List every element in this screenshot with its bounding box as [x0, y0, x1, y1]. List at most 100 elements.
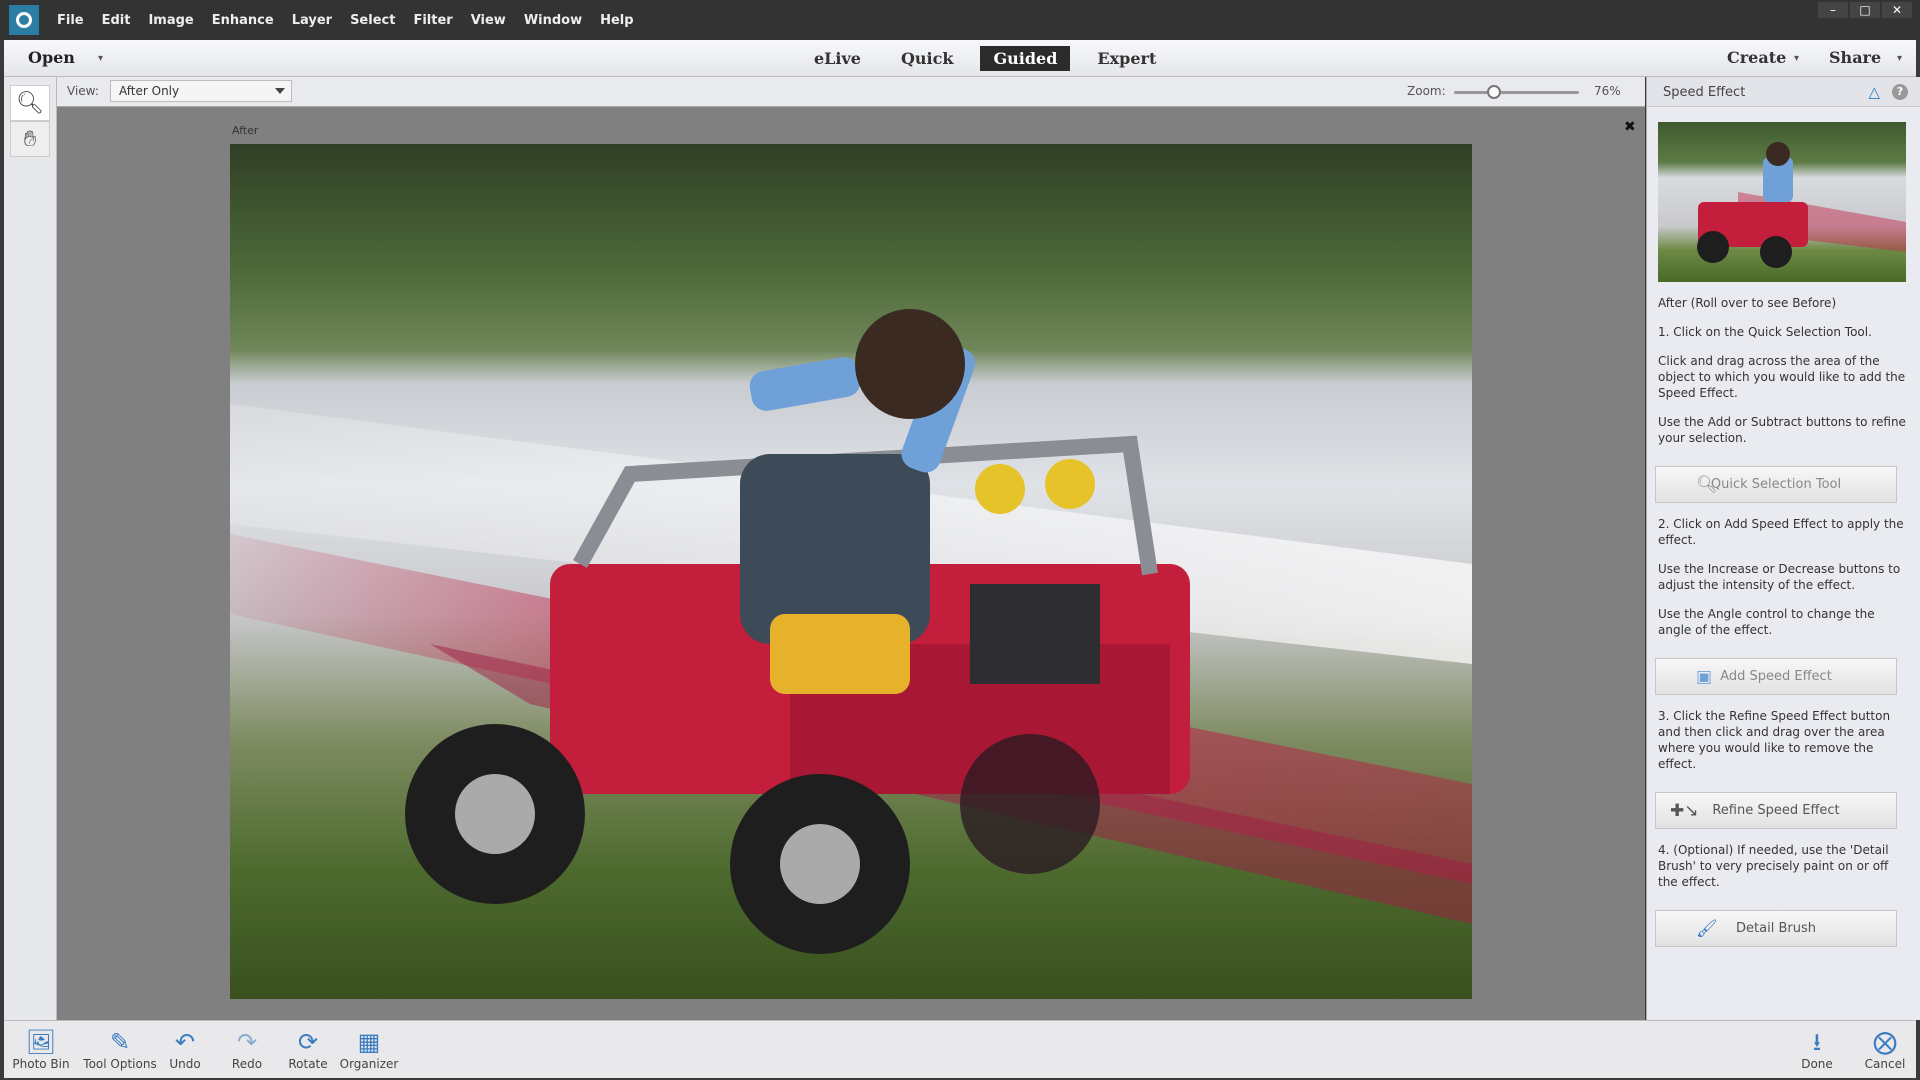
step-4: 4. (Optional) If needed, use the 'Detail…	[1658, 843, 1889, 889]
organizer-icon: ▦	[357, 1028, 381, 1056]
photo-bin-button[interactable]: 🖼︎ Photo Bin	[10, 1027, 72, 1071]
open-dropdown-icon[interactable]: ▾	[98, 53, 103, 64]
rotate-button[interactable]: ⟳ Rotate	[277, 1027, 339, 1071]
photo-bin-label: Photo Bin	[12, 1057, 70, 1071]
step-3: 3. Click the Refine Speed Effect button …	[1658, 709, 1891, 771]
before-after-thumbnail[interactable]	[1658, 122, 1906, 282]
refine-icon: ✚↘	[1670, 801, 1699, 821]
tab-guided[interactable]: Guided	[980, 46, 1071, 71]
menu-view[interactable]: View	[471, 13, 506, 28]
menu-help[interactable]: Help	[600, 13, 633, 28]
download-icon: ⭳	[1812, 1028, 1822, 1056]
minimize-icon[interactable]: –	[1818, 2, 1848, 18]
close-window-icon[interactable]: ✕	[1882, 2, 1912, 18]
done-label: Done	[1801, 1057, 1833, 1071]
tool-options-label: Tool Options	[83, 1057, 157, 1071]
brush-icon: 🖌︎	[1696, 919, 1718, 939]
step-2-intensity: Use the Increase or Decrease buttons to …	[1658, 562, 1901, 592]
view-select-value: After Only	[119, 84, 180, 98]
menu-file[interactable]: File	[57, 13, 84, 28]
redo-icon: ↷	[236, 1028, 258, 1056]
redo-button[interactable]: ↷ Redo	[216, 1027, 278, 1071]
mode-bar: Open ▾ eLive Quick Guided Expert Create …	[4, 40, 1916, 77]
share-button[interactable]: Share	[1829, 48, 1881, 67]
after-label: After	[232, 124, 259, 137]
menu-edit[interactable]: Edit	[102, 13, 131, 28]
zoom-tool-icon[interactable]: 🔍︎	[10, 85, 50, 121]
guided-panel: Speed Effect △ ? After (Roll over to see…	[1646, 77, 1920, 1020]
share-dropdown-icon[interactable]: ▾	[1897, 53, 1902, 64]
photo-bin-icon: 🖼︎	[25, 1028, 57, 1056]
step-2-angle: Use the Angle control to change the angl…	[1658, 607, 1875, 637]
create-dropdown-icon[interactable]: ▾	[1794, 53, 1799, 64]
quick-selection-icon: 🔍︎	[1696, 475, 1718, 495]
rotate-icon: ⟳	[297, 1028, 319, 1056]
main-menu: File Edit Image Enhance Layer Select Fil…	[57, 13, 652, 28]
menu-select[interactable]: Select	[350, 13, 395, 28]
bottom-bar: 🖼︎ Photo Bin ✎ Tool Options ↶ Undo ↷ Redo ⟳ R…	[4, 1020, 1916, 1078]
speed-effect-icon: ▣	[1696, 667, 1713, 687]
undo-icon: ↶	[174, 1028, 196, 1056]
tool-options-icon: ✎	[109, 1028, 131, 1056]
panel-title: Speed Effect	[1663, 85, 1746, 100]
step-1-detail: Click and drag across the area of the ob…	[1658, 354, 1906, 400]
window-controls: – □ ✕	[1816, 2, 1912, 18]
cancel-label: Cancel	[1864, 1057, 1906, 1071]
maximize-icon[interactable]: □	[1850, 2, 1880, 18]
tab-elive[interactable]: eLive	[801, 46, 874, 71]
tool-options-button[interactable]: ✎ Tool Options	[82, 1027, 158, 1071]
menu-image[interactable]: Image	[148, 13, 193, 28]
quick-selection-label: Quick Selection Tool	[1710, 477, 1842, 492]
detail-brush-label: Detail Brush	[1736, 921, 1816, 936]
refine-speed-effect-label: Refine Speed Effect	[1712, 803, 1840, 818]
panel-header: Speed Effect △ ?	[1647, 77, 1920, 107]
step-1: 1. Click on the Quick Selection Tool.	[1658, 325, 1872, 339]
view-select[interactable]: After Only	[110, 80, 292, 102]
tab-quick[interactable]: Quick	[888, 46, 966, 71]
organizer-label: Organizer	[339, 1057, 399, 1071]
step-2: 2. Click on Add Speed Effect to apply th…	[1658, 517, 1904, 547]
app-logo-icon	[9, 5, 39, 35]
thumbnail-artwork	[1697, 142, 1906, 268]
add-speed-effect-label: Add Speed Effect	[1720, 669, 1832, 684]
hand-tool-icon[interactable]: ✋︎	[10, 121, 50, 157]
detail-brush-button[interactable]: 🖌︎ Detail Brush	[1655, 910, 1897, 947]
organizer-button[interactable]: ▦ Organizer	[338, 1027, 400, 1071]
menu-filter[interactable]: Filter	[413, 13, 452, 28]
chevron-down-icon	[275, 88, 285, 94]
add-speed-effect-button[interactable]: ▣ Add Speed Effect	[1655, 658, 1897, 695]
step-1-refine: Use the Add or Subtract buttons to refin…	[1658, 415, 1906, 445]
zoom-slider[interactable]	[1454, 91, 1579, 94]
open-button[interactable]: Open	[28, 48, 75, 67]
instructions: After (Roll over to see Before) 1. Click…	[1647, 295, 1920, 947]
undo-button[interactable]: ↶ Undo	[154, 1027, 216, 1071]
menu-layer[interactable]: Layer	[292, 13, 332, 28]
done-button[interactable]: ⭳ Done	[1786, 1027, 1848, 1071]
undo-label: Undo	[169, 1057, 201, 1071]
zoom-value: 76%	[1594, 84, 1621, 98]
mode-tabs: eLive Quick Guided Expert	[794, 46, 1176, 71]
menu-window[interactable]: Window	[524, 13, 582, 28]
reset-icon[interactable]: △	[1868, 83, 1880, 101]
help-icon[interactable]: ?	[1892, 84, 1908, 100]
menu-enhance[interactable]: Enhance	[212, 13, 274, 28]
cancel-icon: ⨂	[1873, 1028, 1897, 1056]
create-button[interactable]: Create	[1727, 48, 1786, 67]
photo-image[interactable]	[230, 144, 1472, 999]
tab-expert[interactable]: Expert	[1084, 46, 1169, 71]
photo-artwork	[230, 309, 1472, 954]
zoom-slider-handle[interactable]	[1487, 85, 1501, 99]
menu-bar: File Edit Image Enhance Layer Select Fil…	[0, 0, 1920, 40]
canvas-area: After ✖	[57, 107, 1645, 1020]
view-label: View:	[67, 84, 99, 98]
redo-label: Redo	[231, 1057, 263, 1071]
refine-speed-effect-button[interactable]: ✚↘ Refine Speed Effect	[1655, 792, 1897, 829]
rotate-label: Rotate	[288, 1057, 328, 1071]
view-options-bar: View: After Only Zoom: 76%	[57, 77, 1645, 107]
cancel-button[interactable]: ⨂ Cancel	[1854, 1027, 1916, 1071]
close-view-icon[interactable]: ✖	[1624, 119, 1636, 135]
caption: After (Roll over to see Before)	[1658, 296, 1837, 310]
zoom-label: Zoom:	[1407, 84, 1446, 98]
tools-column: 🔍︎ ✋︎	[4, 77, 57, 1020]
quick-selection-tool-button[interactable]: 🔍︎ Quick Selection Tool	[1655, 466, 1897, 503]
